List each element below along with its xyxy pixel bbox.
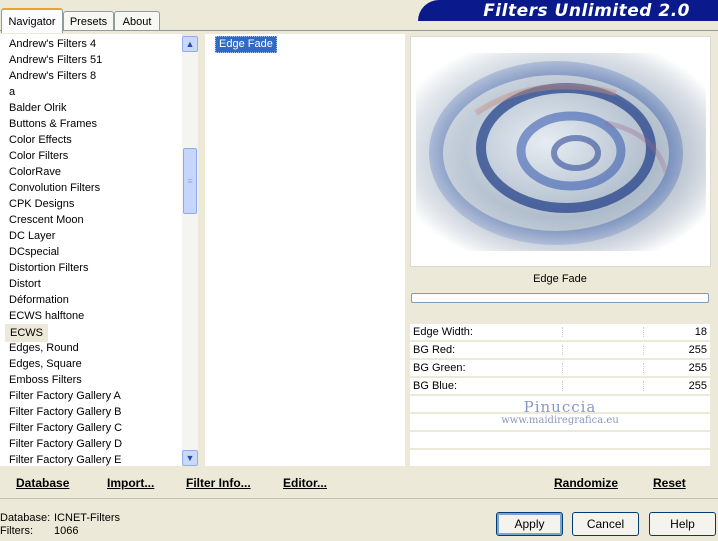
category-item[interactable]: Filter Factory Gallery C (9, 420, 122, 436)
tab-navigator-label: Navigator (8, 15, 56, 28)
param-label: BG Green: (413, 362, 466, 374)
category-item[interactable]: Crescent Moon (9, 212, 84, 228)
category-item[interactable]: Andrew's Filters 8 (9, 68, 96, 84)
param-value: 255 (688, 380, 707, 392)
category-item[interactable]: Andrew's Filters 51 (9, 52, 102, 68)
filters-key: Filters: (0, 525, 33, 537)
tab-presets-label: Presets (69, 15, 108, 28)
slider-track[interactable] (562, 363, 644, 373)
category-item[interactable]: Color Filters (9, 148, 68, 164)
category-item[interactable]: ECWS halftone (9, 308, 84, 324)
category-item[interactable]: Distort (9, 276, 41, 292)
scroll-down-button[interactable]: ▼ (182, 450, 198, 466)
scroll-up-button[interactable]: ▲ (182, 36, 198, 52)
cancel-button[interactable]: Cancel (572, 512, 639, 536)
param-edge-width[interactable]: Edge Width: 18 (410, 324, 710, 341)
category-item[interactable]: DCspecial (9, 244, 59, 260)
database-value: ICNET-Filters (54, 512, 120, 524)
tab-about[interactable]: About (114, 11, 160, 31)
slider-track[interactable] (562, 345, 644, 355)
category-item[interactable]: Distortion Filters (9, 260, 88, 276)
slider-track[interactable] (562, 381, 644, 391)
category-item[interactable]: Filter Factory Gallery B (9, 404, 121, 420)
app-title: Filters Unlimited 2.0 (483, 0, 690, 21)
param-value: 255 (688, 344, 707, 356)
category-item[interactable]: DC Layer (9, 228, 55, 244)
category-item[interactable]: Edges, Square (9, 356, 82, 372)
preview-frame (410, 36, 711, 267)
param-label: Edge Width: (413, 326, 473, 338)
watermark-name: Pinuccia (523, 398, 597, 416)
category-item[interactable]: Convolution Filters (9, 180, 100, 196)
tab-presets[interactable]: Presets (63, 11, 114, 31)
import-button[interactable]: Import... (107, 476, 154, 492)
title-banner: Filters Unlimited 2.0 (418, 0, 718, 21)
category-item[interactable]: Déformation (9, 292, 69, 308)
category-item[interactable]: Filter Factory Gallery A (9, 388, 121, 404)
tab-navigator[interactable]: Navigator (1, 8, 63, 33)
divider (0, 498, 718, 499)
filter-info-button[interactable]: Filter Info... (186, 476, 251, 492)
param-label: BG Blue: (413, 380, 458, 392)
category-list[interactable]: Andrew's Filters 4 Andrew's Filters 51 And… (0, 34, 182, 466)
filters-value: 1066 (54, 525, 79, 537)
category-item[interactable]: CPK Designs (9, 196, 74, 212)
randomize-button[interactable]: Randomize (554, 476, 618, 492)
param-empty (410, 432, 710, 449)
chevron-up-icon: ▲ (185, 39, 195, 49)
param-value: 255 (688, 362, 707, 374)
watermark: Pinuccia www.maidiregrafica.eu (410, 398, 710, 426)
database-info: Database: ICNET-Filters Filters: 1066 (0, 512, 120, 538)
category-item[interactable]: a (9, 84, 15, 100)
help-button[interactable]: Help (649, 512, 716, 536)
category-item[interactable]: ColorRave (9, 164, 61, 180)
slider-track[interactable] (562, 327, 644, 337)
reset-button[interactable]: Reset (653, 476, 686, 492)
watermark-url: www.maidiregrafica.eu (501, 415, 619, 426)
category-item[interactable]: Filter Factory Gallery E (9, 452, 121, 466)
category-scrollbar[interactable]: ▲ ≡ ▼ (182, 36, 198, 466)
filter-list[interactable]: Edge Fade (205, 34, 405, 466)
param-value: 18 (694, 326, 707, 338)
filter-item-edge-fade[interactable]: Edge Fade (215, 36, 277, 53)
chevron-down-icon: ▼ (185, 453, 195, 463)
database-key: Database: (0, 512, 51, 524)
param-bg-green[interactable]: BG Green: 255 (410, 360, 710, 377)
param-label: BG Red: (413, 344, 456, 356)
param-bg-red[interactable]: BG Red: 255 (410, 342, 710, 359)
category-item[interactable]: Filter Factory Gallery D (9, 436, 122, 452)
category-item[interactable]: Color Effects (9, 132, 72, 148)
param-empty (410, 450, 710, 467)
scroll-thumb[interactable]: ≡ (183, 148, 197, 214)
grip-icon: ≡ (187, 176, 193, 186)
param-bg-blue[interactable]: BG Blue: 255 (410, 378, 710, 395)
database-button[interactable]: Database (16, 476, 69, 492)
editor-button[interactable]: Editor... (283, 476, 327, 492)
preview-image (416, 53, 706, 251)
category-item[interactable]: Balder Olrik (9, 100, 66, 116)
filter-name-label: Edge Fade (533, 273, 587, 285)
category-item[interactable]: Buttons & Frames (9, 116, 97, 132)
progress-bar (411, 293, 709, 303)
category-item[interactable]: Emboss Filters (9, 372, 82, 388)
category-item[interactable]: Edges, Round (9, 340, 79, 356)
apply-button[interactable]: Apply (496, 512, 563, 536)
category-item[interactable]: Andrew's Filters 4 (9, 36, 96, 52)
tab-about-label: About (122, 15, 152, 28)
